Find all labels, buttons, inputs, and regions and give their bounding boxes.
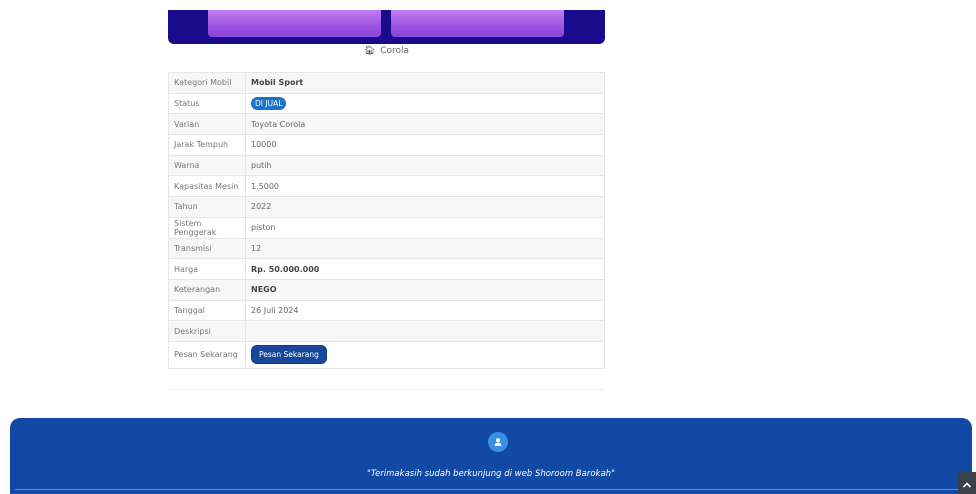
table-row: Varian Toyota Corola (168, 113, 605, 136)
table-row: Jarak Tempuh 10000 (168, 134, 605, 156)
row-value: Mobil Sport (245, 72, 605, 94)
row-value: piston (245, 216, 605, 239)
table-row: Tahun 2022 (168, 196, 605, 218)
row-label: Sistem Penggerak (168, 216, 246, 239)
row-value: 26 Juli 2024 (245, 299, 605, 322)
caption-text: Corola (380, 46, 410, 56)
row-label: Kapasitas Mesin (168, 175, 246, 198)
row-label: Pesan Sekarang (168, 340, 246, 369)
table-row: Keterangan NEGO (168, 278, 605, 301)
order-now-button[interactable]: Pesan Sekarang (251, 345, 327, 365)
row-label: Jarak Tempuh (168, 134, 246, 156)
price-value: Rp. 50.000.000 (245, 258, 605, 280)
row-label: Keterangan (168, 278, 246, 301)
table-row: Status DI JUAL (168, 92, 605, 115)
row-label: Kategori Mobil (168, 72, 246, 94)
row-value: putih (245, 154, 605, 177)
table-row: Kapasitas Mesin 1.5000 (168, 175, 605, 198)
row-label: Status (168, 92, 246, 115)
row-value: 2022 (245, 196, 605, 218)
row-value: Pesan Sekarang (245, 340, 605, 369)
row-value (245, 320, 605, 342)
row-value: 12 (245, 237, 605, 260)
table-row: Transmisi 12 (168, 237, 605, 260)
row-value: DI JUAL (245, 92, 605, 115)
table-row: Harga Rp. 50.000.000 (168, 258, 605, 280)
row-value: Toyota Corola (245, 113, 605, 136)
user-icon (488, 432, 508, 452)
footer-divider (15, 489, 967, 490)
footer-message: "Terimakasih sudah berkunjung di web Sho… (367, 469, 615, 479)
row-label: Deskripsi (168, 320, 246, 342)
home-icon: 🏠︎ (363, 46, 376, 56)
footer: "Terimakasih sudah berkunjung di web Sho… (10, 418, 972, 494)
row-label: Harga (168, 258, 246, 280)
row-label: Tanggal (168, 299, 246, 322)
table-row: Warna putih (168, 154, 605, 177)
row-label: Warna (168, 154, 246, 177)
car-image-gallery (168, 10, 605, 44)
row-label: Varian (168, 113, 246, 136)
table-row: Tanggal 26 Juli 2024 (168, 299, 605, 322)
table-row: Sistem Penggerak piston (168, 216, 605, 239)
car-image-thumbnail[interactable] (208, 10, 381, 37)
table-row: Kategori Mobil Mobil Sport (168, 72, 605, 94)
table-row: Deskripsi (168, 320, 605, 342)
divider (168, 389, 605, 390)
chevron-up-icon (962, 474, 972, 493)
row-value: 10000 (245, 134, 605, 156)
table-row: Pesan Sekarang Pesan Sekarang (168, 340, 605, 369)
scroll-to-top-button[interactable] (958, 472, 976, 494)
car-details-table: Kategori Mobil Mobil Sport Status DI JUA… (168, 72, 605, 369)
car-image-thumbnail[interactable] (391, 10, 564, 37)
row-label: Tahun (168, 196, 246, 218)
row-value: NEGO (245, 278, 605, 301)
row-label: Transmisi (168, 237, 246, 260)
gallery-caption: 🏠︎ Corola (168, 46, 605, 56)
row-value: 1.5000 (245, 175, 605, 198)
status-badge: DI JUAL (251, 97, 287, 111)
